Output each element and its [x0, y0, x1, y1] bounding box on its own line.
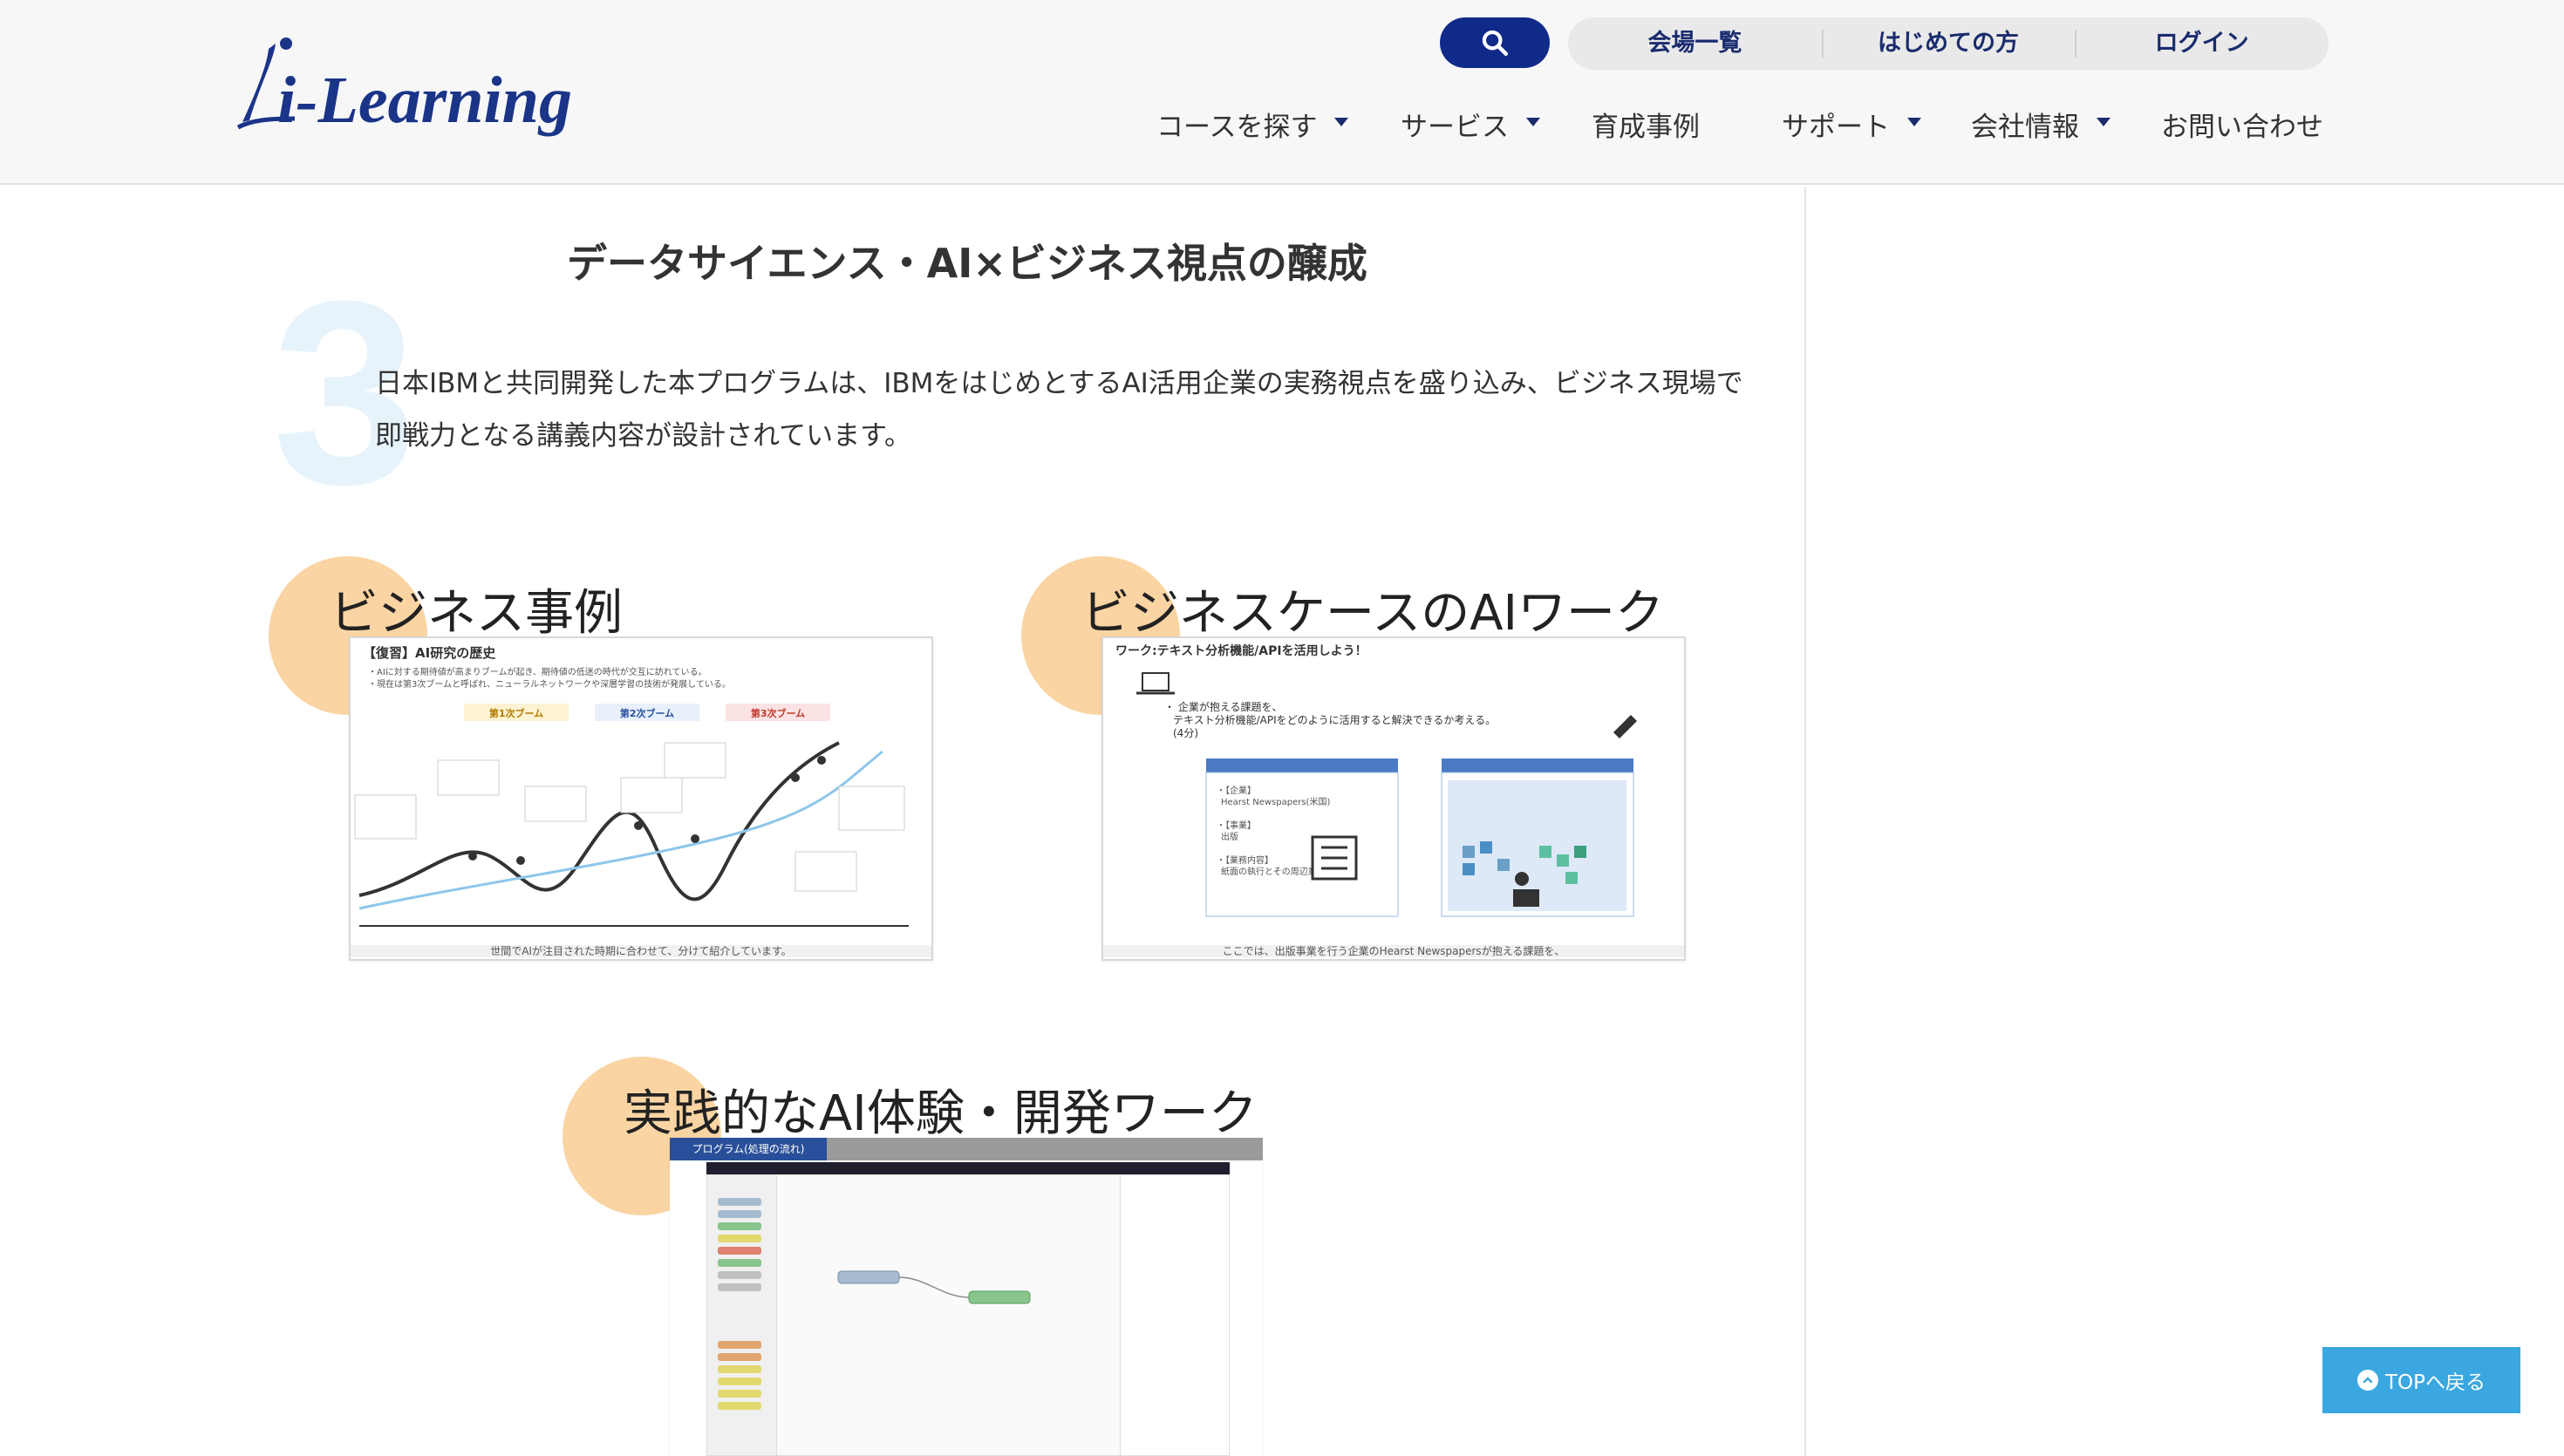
slide-bullets: ・AIに対する期待値が高まりブームが起き、期待値の低迷の時代が交互に訪れている。… [368, 668, 731, 690]
arrow-up-circle-icon [2356, 1370, 2378, 1391]
node-editor-mock [706, 1174, 1230, 1456]
nav-company[interactable]: 会社情報 [1971, 98, 2111, 150]
site-logo[interactable]: i-Learning [234, 33, 600, 146]
caret-down-icon [2097, 118, 2111, 126]
info-panel [1120, 1175, 1229, 1455]
svg-text:紙面の執行とその周辺業務: 紙面の執行とその周辺業務 [1221, 866, 1326, 877]
back-to-top-label: TOPへ戻る [2384, 1371, 2486, 1394]
site-header: i-Learning 会場一覧 はじめての方 ログイン コースを探す サービス … [0, 0, 2564, 185]
search-icon [1482, 30, 1509, 57]
nav-company-label: 会社情報 [1971, 111, 2079, 143]
utility-nav: 会場一覧 はじめての方 ログイン [1568, 17, 2329, 70]
first-time-link[interactable]: はじめての方 [1821, 17, 2076, 70]
svg-text:(4分): (4分) [1173, 727, 1198, 739]
svg-text:テキスト分析機能/APIをどのように活用すると解決できるか考: テキスト分析機能/APIをどのように活用すると解決できるか考える。 [1173, 713, 1496, 726]
i-learning-logo-icon: i-Learning [236, 37, 572, 137]
svg-text:第2次ブーム: 第2次ブーム [620, 707, 674, 719]
login-link[interactable]: ログイン [2075, 17, 2329, 70]
svg-text:・【業務内容】: ・【業務内容】 [1217, 854, 1273, 866]
nav-case-studies-label: 育成事例 [1592, 111, 1700, 143]
nav-case-studies[interactable]: 育成事例 [1592, 98, 1700, 150]
svg-text:・【事業】: ・【事業】 [1217, 820, 1256, 831]
slide-ai-history: 【復習】AI研究の歴史 ・AIに対する期待値が高まりブームが起き、期待値の低迷の… [349, 636, 933, 961]
svg-text:第3次ブーム: 第3次ブーム [751, 707, 805, 719]
logo-wordmark: i-Learning [277, 64, 572, 137]
venue-list-link[interactable]: 会場一覧 [1568, 17, 1822, 70]
nav-services-label: サービス [1401, 111, 1509, 143]
card-title: ビジネスケースのAIワーク [1081, 585, 1665, 642]
card-title: ビジネス事例 [330, 585, 623, 642]
slide-text-analysis-work: ワーク:テキスト分析機能/APIを活用しよう！ ・ 企業が抱える課題を、 テキス… [1101, 636, 1686, 961]
nav-support-label: サポート [1782, 111, 1890, 143]
caret-down-icon [1526, 118, 1540, 126]
caret-down-icon [1907, 118, 1921, 126]
work-diagram: ・ 企業が抱える課題を、 テキスト分析機能/APIをどのように活用すると解決でき… [1136, 672, 1637, 917]
back-to-top-button[interactable]: TOPへ戻る [2322, 1347, 2520, 1413]
svg-text:出版: 出版 [1221, 831, 1238, 842]
flow-nodes [837, 1270, 1031, 1304]
slide-dev-flow: プログラム(処理の流れ) [670, 1138, 1263, 1456]
svg-text:・【企業】: ・【企業】 [1217, 785, 1256, 796]
svg-text:第1次ブーム: 第1次ブーム [489, 707, 543, 719]
nav-contact-label: お問い合わせ [2161, 111, 2323, 143]
nav-services[interactable]: サービス [1401, 98, 1540, 150]
nav-find-course[interactable]: コースを探す [1156, 98, 1349, 150]
section-title: データサイエンス・AI×ビジネス視点の醸成 [567, 240, 1367, 287]
sidebar-divider [1804, 187, 1806, 1456]
card-title: 実践的なAI体験・開発ワーク [624, 1085, 1258, 1142]
nav-find-course-label: コースを探す [1156, 111, 1318, 143]
search-button[interactable] [1440, 17, 1550, 68]
svg-text:・ 企業が抱える課題を、: ・ 企業が抱える課題を、 [1164, 700, 1282, 713]
nav-contact[interactable]: お問い合わせ [2161, 98, 2323, 150]
section-description: 日本IBMと共同開発した本プログラムは、IBMをはじめとするAI活用企業の実務視… [375, 368, 1743, 452]
slide-footer: 世間でAIが注目された時期に合わせて、分けて紹介しています。 [351, 945, 931, 957]
svg-text:Hearst Newspapers(米国): Hearst Newspapers(米国) [1221, 796, 1330, 807]
caret-down-icon [1334, 118, 1349, 126]
nav-support[interactable]: サポート [1782, 98, 1921, 150]
slide-footer: ここでは、出版事業を行う企業のHearst Newspapersが抱える課題を、 [1103, 945, 1684, 957]
ai-history-chart: 第1次ブーム 第2次ブーム 第3次ブーム [354, 704, 909, 927]
